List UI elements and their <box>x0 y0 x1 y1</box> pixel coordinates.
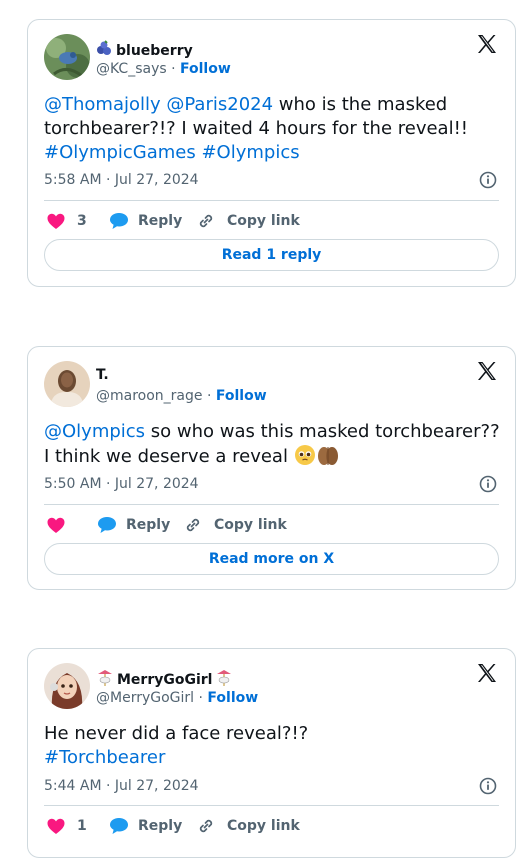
x-logo-icon[interactable] <box>475 359 499 383</box>
timestamp[interactable]: 5:50 AM · Jul 27, 2024 <box>44 476 199 492</box>
reply-label: Reply <box>138 818 183 834</box>
avatar[interactable] <box>44 34 90 80</box>
tweet-header: blueberry @KC_says · Follow <box>44 34 484 82</box>
separator: · <box>166 61 181 77</box>
reply-label: Reply <box>138 213 183 229</box>
handle-line: @MerryGoGirl · Follow <box>96 690 258 706</box>
timestamp[interactable]: 5:58 AM · Jul 27, 2024 <box>44 172 199 188</box>
blueberry-emoji-icon <box>96 40 113 61</box>
tweet-card: MerryGoGirl @MerryGoGirl · Follow He nev… <box>27 648 516 858</box>
reply-bubble-icon <box>98 517 116 533</box>
divider <box>44 200 499 201</box>
timestamp[interactable]: 5:44 AM · Jul 27, 2024 <box>44 778 199 794</box>
like-button[interactable]: 1 <box>47 815 87 837</box>
tweet-actions: Reply Copy link <box>44 514 499 536</box>
tweet-card: blueberry @KC_says · Follow @Thomajolly … <box>27 19 516 287</box>
user-handle[interactable]: @maroon_rage <box>96 388 203 404</box>
divider <box>44 805 499 806</box>
copy-link-button[interactable]: Copy link <box>197 210 300 232</box>
tweet-actions: 1 Reply Copy link <box>44 815 499 837</box>
carousel-horse-emoji-icon <box>215 669 233 691</box>
handle-line: @maroon_rage · Follow <box>96 388 267 404</box>
hashtag-link[interactable]: #Torchbearer <box>44 746 501 770</box>
link-icon <box>199 214 213 228</box>
divider <box>44 504 499 505</box>
like-button[interactable] <box>47 514 71 536</box>
separator: · <box>202 388 216 404</box>
separator: · <box>194 690 208 706</box>
link-icon <box>186 518 200 532</box>
hashtag-link[interactable]: #Olympics <box>201 142 299 163</box>
display-name: blueberry <box>116 42 193 59</box>
x-logo-icon[interactable] <box>475 32 499 56</box>
reply-bubble-icon <box>110 818 128 834</box>
read-replies-button[interactable]: Read 1 reply <box>44 239 499 271</box>
reply-bubble-icon <box>110 213 128 229</box>
handle-line: @KC_says · Follow <box>96 61 231 77</box>
info-icon[interactable] <box>479 475 497 493</box>
like-count: 3 <box>77 213 87 229</box>
mention-link[interactable]: @Paris2024 <box>166 94 273 115</box>
display-name-line[interactable]: MerryGoGirl <box>96 669 233 691</box>
user-handle[interactable]: @KC_says <box>96 61 167 77</box>
info-icon[interactable] <box>479 171 497 189</box>
tweet-header: MerryGoGirl @MerryGoGirl · Follow <box>44 663 484 711</box>
reply-button[interactable]: Reply <box>97 514 170 536</box>
read-more-button[interactable]: Read more on X <box>44 543 499 575</box>
heart-icon <box>47 517 65 533</box>
like-button[interactable]: 3 <box>47 210 87 232</box>
tweet-actions: 3 Reply Copy link <box>44 210 499 232</box>
avatar[interactable] <box>44 361 90 407</box>
x-logo-icon[interactable] <box>475 661 499 685</box>
link-icon <box>199 819 213 833</box>
reply-label: Reply <box>126 517 171 533</box>
text-span: He never did a face reveal?!? <box>44 723 309 744</box>
display-name-line[interactable]: T. <box>96 367 109 383</box>
heart-icon <box>47 213 65 229</box>
avatar[interactable] <box>44 663 90 709</box>
hashtag-link[interactable]: #OlympicGames <box>44 142 196 163</box>
copy-link-label: Copy link <box>227 213 300 229</box>
display-name: T. <box>96 367 109 383</box>
mention-link[interactable]: @Olympics <box>44 421 145 442</box>
tweet-text: @Thomajolly @Paris2024 who is the masked… <box>44 93 501 165</box>
reply-button[interactable]: Reply <box>109 210 182 232</box>
tweet-text: He never did a face reveal?!? #Torchbear… <box>44 722 501 770</box>
follow-link[interactable]: Follow <box>216 388 267 404</box>
tweet-text: @Olympics so who was this masked torchbe… <box>44 420 501 473</box>
like-count: 1 <box>77 818 87 834</box>
copy-link-label: Copy link <box>214 517 287 533</box>
display-name-line[interactable]: blueberry <box>96 40 193 61</box>
tweet-header: T. @maroon_rage · Follow <box>44 361 484 409</box>
info-icon[interactable] <box>479 777 497 795</box>
display-name: MerryGoGirl <box>117 672 213 688</box>
pleading-face-emoji-icon <box>294 444 316 473</box>
copy-link-label: Copy link <box>227 818 300 834</box>
follow-link[interactable]: Follow <box>207 690 258 706</box>
copy-link-button[interactable]: Copy link <box>197 815 300 837</box>
heart-icon <box>47 818 65 834</box>
user-handle[interactable]: @MerryGoGirl <box>96 690 194 706</box>
folded-hands-emoji-icon <box>316 444 340 473</box>
copy-link-button[interactable]: Copy link <box>184 514 287 536</box>
tweet-card: T. @maroon_rage · Follow @Olympics so wh… <box>27 346 516 590</box>
carousel-horse-emoji-icon <box>96 669 114 691</box>
reply-button[interactable]: Reply <box>109 815 182 837</box>
mention-link[interactable]: @Thomajolly <box>44 94 161 115</box>
follow-link[interactable]: Follow <box>180 61 231 77</box>
